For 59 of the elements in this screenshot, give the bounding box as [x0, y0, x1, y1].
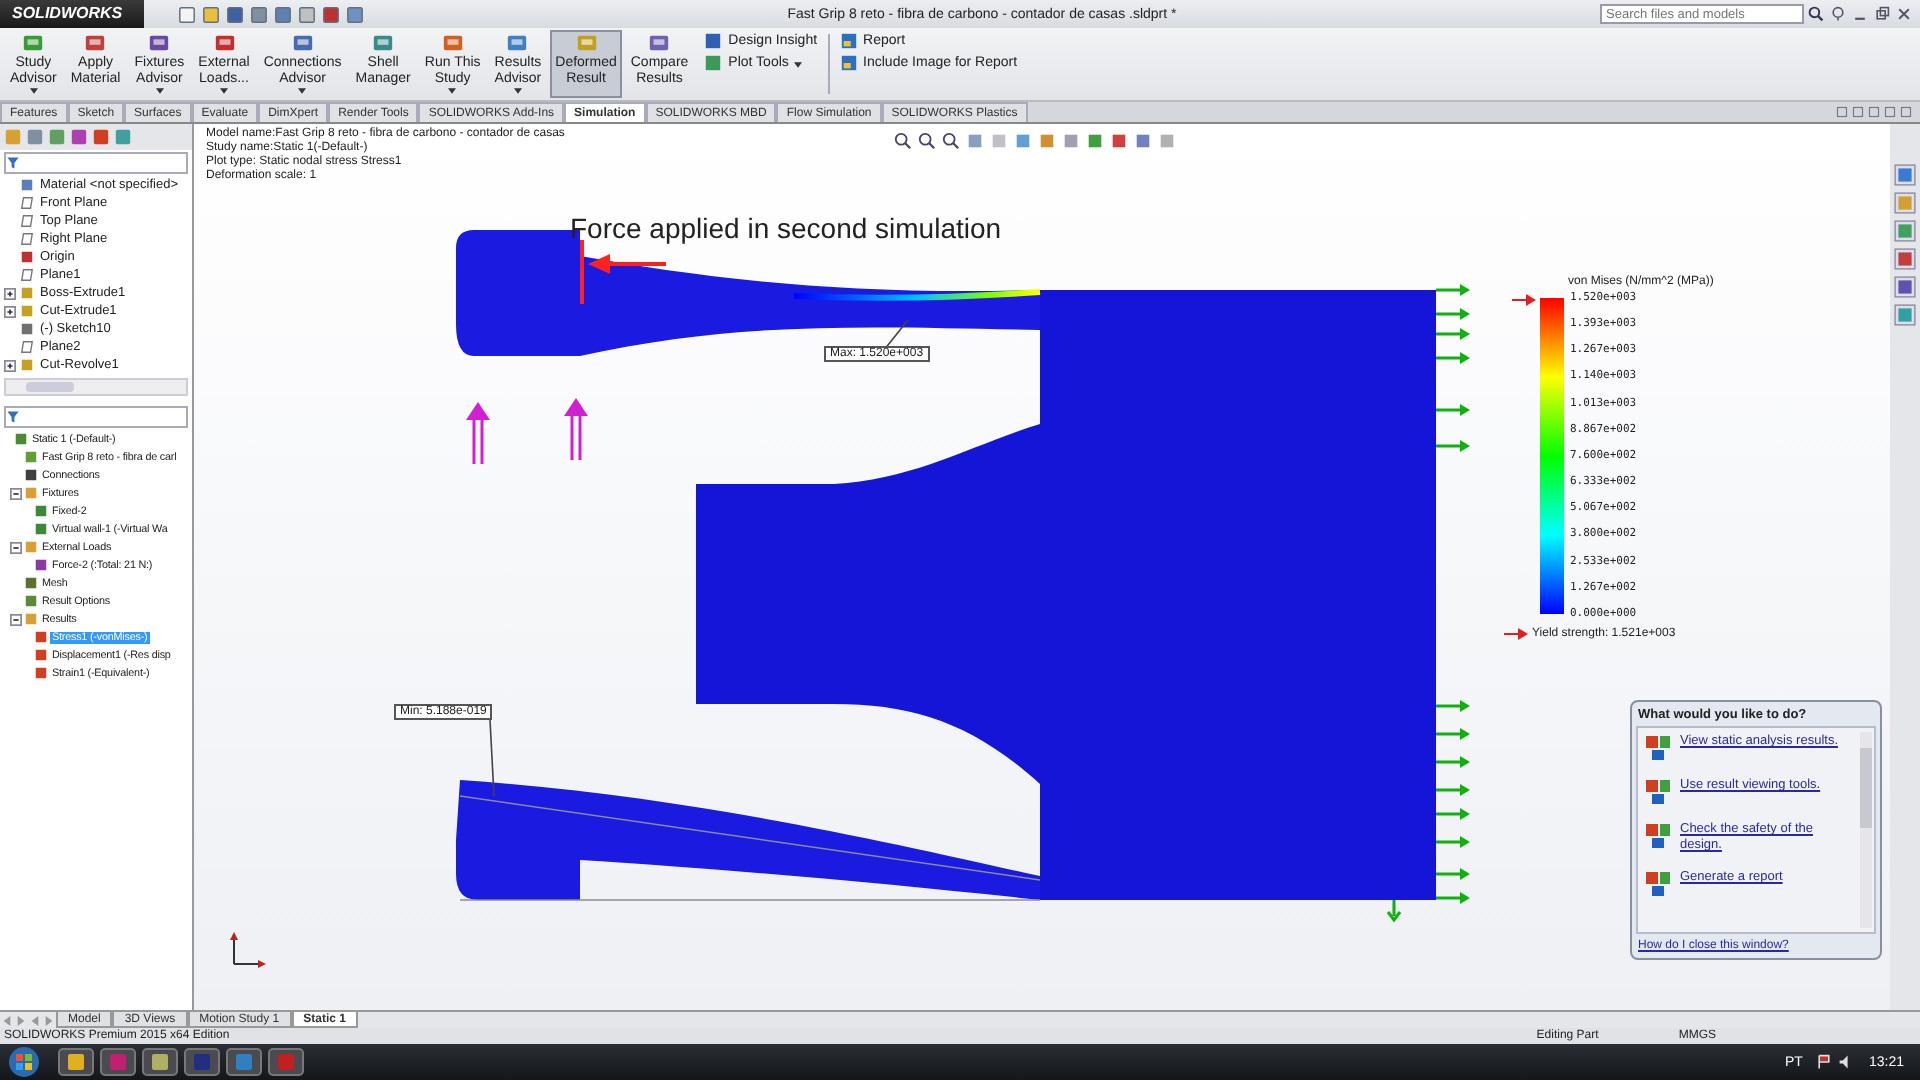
restore-icon[interactable] — [1874, 6, 1890, 22]
tool-icon — [648, 32, 671, 54]
load-arrow-icon — [564, 398, 588, 462]
load-arrow-icon — [466, 402, 490, 466]
tool-icon — [291, 32, 314, 54]
leader-line — [489, 719, 495, 797]
app-logo: SOLIDWORKS — [0, 0, 144, 28]
filter-icon[interactable] — [6, 156, 20, 170]
arrow-icon — [1504, 628, 1528, 640]
arrow-icon — [1512, 294, 1536, 306]
taskbar-app-icon[interactable] — [226, 1048, 262, 1076]
view-tool-icon[interactable] — [918, 132, 936, 150]
tool-icon — [506, 32, 529, 54]
scrollbar-thumb[interactable] — [26, 382, 74, 392]
task-pane-icon[interactable] — [1894, 220, 1916, 242]
task-pane-icon[interactable] — [1894, 192, 1916, 214]
taskbar-app-icon[interactable] — [268, 1048, 304, 1076]
expand-icon[interactable] — [10, 541, 22, 553]
result-plot-icon — [1644, 822, 1672, 850]
leader-line — [883, 319, 909, 351]
result-plot-icon — [1644, 778, 1672, 806]
expand-icon[interactable] — [4, 359, 16, 371]
result-plot-icon — [1644, 870, 1672, 898]
task-pane-icon[interactable] — [1894, 164, 1916, 186]
plane-icon — [20, 268, 34, 282]
report-icon — [839, 54, 858, 72]
view-tool-icon[interactable] — [942, 132, 960, 150]
tool-icon — [84, 32, 107, 54]
result-plot-icon — [1644, 734, 1672, 762]
tool-icon — [148, 32, 171, 54]
taskbar-app-icon[interactable] — [142, 1048, 178, 1076]
view-tool-icon[interactable] — [894, 132, 912, 150]
annotation-text: Force applied in second simulation — [570, 212, 1002, 244]
tool-icon — [372, 32, 395, 54]
tool-icon — [575, 32, 597, 54]
tool-icon — [22, 32, 45, 54]
tool-icon — [213, 32, 235, 54]
plane-icon — [20, 340, 34, 354]
taskbar-app-icon[interactable] — [184, 1048, 220, 1076]
taskbar-app-icon[interactable] — [100, 1048, 136, 1076]
expand-icon[interactable] — [10, 613, 22, 625]
flag-icon[interactable] — [1816, 1054, 1833, 1070]
force-callout-arrow — [580, 240, 666, 304]
scrollbar-thumb[interactable] — [1860, 748, 1872, 828]
close-icon[interactable] — [1896, 6, 1912, 22]
task-pane-icon[interactable] — [1894, 276, 1916, 298]
search-icon — [1808, 6, 1824, 22]
expand-icon[interactable] — [10, 487, 22, 499]
taskbar-app-icon[interactable] — [58, 1048, 94, 1076]
help-icon[interactable] — [1830, 6, 1846, 22]
expand-icon[interactable] — [4, 305, 16, 317]
tool-icon — [441, 32, 464, 54]
task-pane-icon[interactable] — [1894, 248, 1916, 270]
start-button-icon[interactable] — [8, 1046, 40, 1078]
axis-triad-icon — [230, 932, 266, 968]
task-pane-icon[interactable] — [1894, 304, 1916, 326]
filter-icon[interactable] — [6, 410, 20, 424]
expand-icon[interactable] — [4, 287, 16, 299]
report-icon — [839, 32, 858, 50]
